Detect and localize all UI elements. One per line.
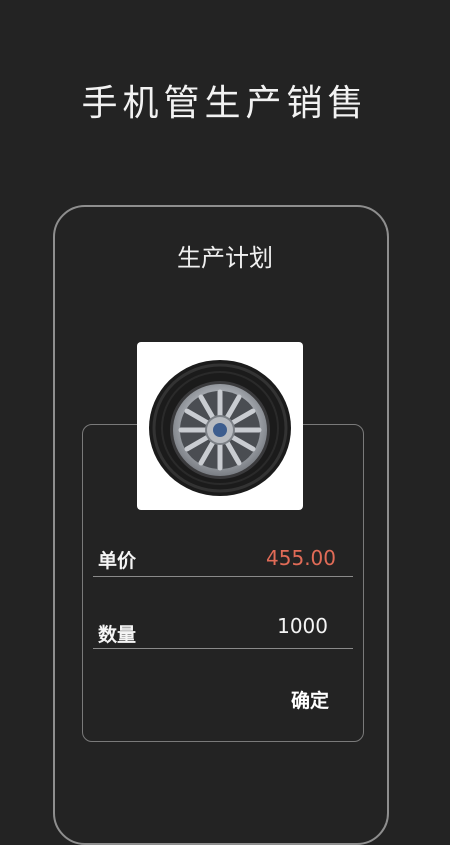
quantity-input[interactable]: 1000: [220, 614, 328, 638]
tire-wheel-image[interactable]: [137, 342, 303, 510]
screen-title: 生产计划: [177, 244, 273, 272]
promo-headline: 手机管生产销售: [81, 83, 369, 124]
confirm-button[interactable]: 确定: [280, 686, 340, 716]
tire-icon: [149, 360, 291, 496]
price-value: 455.00: [266, 546, 336, 570]
quantity-label: 数量: [98, 624, 137, 646]
price-label: 单价: [98, 550, 137, 572]
quantity-divider: [93, 648, 353, 649]
price-divider: [93, 576, 353, 577]
